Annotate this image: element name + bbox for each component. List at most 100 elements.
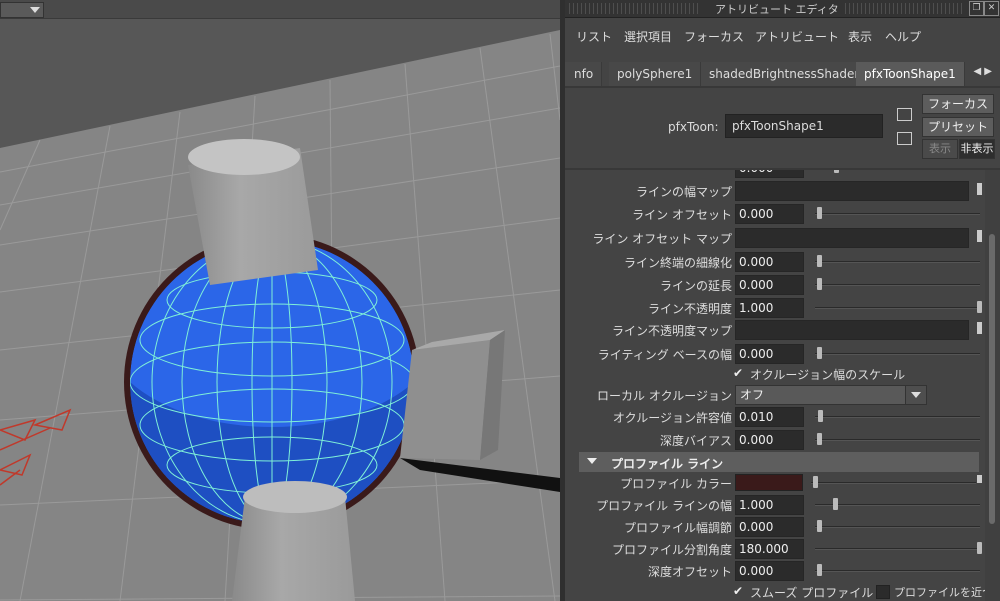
- slider-handle[interactable]: [813, 476, 818, 488]
- value-field[interactable]: 180.000: [735, 539, 804, 559]
- slider-track[interactable]: [815, 307, 980, 309]
- checkbox-checked-icon[interactable]: ✔: [732, 585, 744, 597]
- attribute-scrollbar[interactable]: [985, 170, 1000, 601]
- slider-track[interactable]: [815, 548, 980, 550]
- value-field[interactable]: 0.000: [735, 430, 804, 450]
- value-field[interactable]: 0.010: [735, 407, 804, 427]
- slider-track[interactable]: [815, 416, 980, 418]
- slider-handle[interactable]: [833, 498, 838, 510]
- attr-lighting-based-width: ライティング ベースの幅 0.000: [565, 342, 985, 364]
- value-field[interactable]: 0.000: [735, 275, 804, 295]
- focus-button[interactable]: フォーカス: [922, 94, 994, 114]
- attribute-editor: アトリビュート エディタ ❐ ✕ リスト 選択項目 フォーカス アトリビュート …: [565, 0, 1000, 601]
- hide-button[interactable]: 非表示: [959, 139, 995, 159]
- map-button-icon[interactable]: [977, 183, 982, 195]
- attr-label: ライン オフセット マップ: [592, 232, 732, 246]
- editor-titlebar[interactable]: アトリビュート エディタ ❐ ✕: [565, 0, 1000, 18]
- tab-shadedbrightnessshader[interactable]: shadedBrightnessShader: [701, 62, 869, 86]
- tab-pfxtoonshape1[interactable]: pfxToonShape1: [856, 62, 965, 86]
- 3d-viewport[interactable]: [0, 0, 560, 601]
- cube-right: [400, 330, 505, 460]
- menu-attributes[interactable]: アトリビュート: [755, 28, 839, 45]
- attr-line-end-thinning: ライン終端の細線化 0.000: [565, 250, 985, 272]
- value-field[interactable]: 1.000: [735, 495, 804, 515]
- slider-handle[interactable]: [817, 564, 822, 576]
- attr-local-occlusion: ローカル オクルージョン オフ: [565, 383, 985, 405]
- close-icon[interactable]: ✕: [984, 1, 999, 16]
- attr-label: ラインの幅マップ: [635, 185, 732, 199]
- slider-track[interactable]: [811, 482, 976, 484]
- value-field[interactable]: 0.000: [735, 561, 804, 581]
- attr-line-width-map: ラインの幅マップ: [565, 179, 985, 201]
- menu-show[interactable]: 表示: [848, 28, 872, 45]
- slider-track[interactable]: [815, 353, 980, 355]
- section-profile-lines[interactable]: プロファイル ライン: [579, 452, 979, 472]
- value-field[interactable]: 0.000: [735, 344, 804, 364]
- slider-handle[interactable]: [977, 301, 982, 313]
- presets-button[interactable]: プリセット: [922, 117, 994, 137]
- slider-handle[interactable]: [818, 410, 823, 422]
- scrollbar-thumb[interactable]: [989, 234, 995, 524]
- map-field[interactable]: [735, 320, 969, 340]
- map-button-icon[interactable]: [977, 475, 982, 483]
- editor-title: アトリビュート エディタ: [715, 3, 839, 16]
- drag-grip[interactable]: [569, 3, 699, 14]
- slider-track[interactable]: [815, 570, 980, 572]
- slider-handle[interactable]: [817, 278, 822, 290]
- attr-label: オクルージョン許容値: [612, 411, 732, 425]
- attr-label: プロファイル幅調節: [623, 521, 732, 535]
- slider-track[interactable]: [815, 213, 980, 215]
- slider-track[interactable]: [815, 439, 980, 441]
- viewport-scene: [0, 18, 560, 601]
- float-icon[interactable]: ❐: [969, 1, 984, 16]
- partial-value-field[interactable]: 0.000: [735, 170, 804, 178]
- slider-track[interactable]: [815, 526, 980, 528]
- slider-handle[interactable]: [834, 170, 839, 173]
- slider-handle[interactable]: [817, 433, 822, 445]
- section-title: プロファイル ライン: [611, 457, 724, 471]
- menu-help[interactable]: ヘルプ: [885, 28, 921, 45]
- slider-handle[interactable]: [977, 542, 982, 554]
- attr-line-opacity-map: ライン不透明度マップ: [565, 318, 985, 340]
- select-value: オフ: [740, 388, 765, 402]
- attribute-list: 0.000 ラインの幅マップ ライン オフセット 0.000 ライン オフセット…: [565, 170, 985, 601]
- output-node-icon[interactable]: [897, 132, 912, 145]
- slider-handle[interactable]: [817, 347, 822, 359]
- checkbox-checked-icon[interactable]: ✔: [732, 367, 744, 379]
- load-node-icon[interactable]: [897, 108, 912, 121]
- map-button-icon[interactable]: [977, 230, 982, 242]
- drag-grip[interactable]: [845, 3, 965, 14]
- value-field[interactable]: 0.000: [735, 252, 804, 272]
- slider-handle[interactable]: [817, 255, 822, 267]
- map-field[interactable]: [735, 228, 969, 248]
- local-occlusion-select[interactable]: オフ: [735, 385, 927, 405]
- value-field[interactable]: 0.000: [735, 204, 804, 224]
- tab-info[interactable]: nfo: [565, 62, 603, 86]
- attr-label: ライン不透明度マップ: [611, 324, 732, 338]
- tab-scroll-arrows[interactable]: ◀ ▶: [973, 66, 992, 77]
- attr-label: ライティング ベースの幅: [597, 348, 732, 362]
- map-button-icon[interactable]: [977, 322, 982, 334]
- tab-polysphere1[interactable]: polySphere1: [609, 62, 702, 86]
- value-field[interactable]: 0.000: [735, 517, 804, 537]
- menu-selected[interactable]: 選択項目: [624, 28, 672, 45]
- checkbox-unchecked-icon[interactable]: [876, 585, 890, 599]
- menu-focus[interactable]: フォーカス: [684, 28, 744, 45]
- viewport-panel-dropdown[interactable]: [0, 2, 44, 18]
- slider-track[interactable]: [815, 284, 980, 286]
- map-field[interactable]: [735, 181, 969, 201]
- node-header: pfxToon: pfxToonShape1 フォーカス プリセット 表示 非表…: [565, 90, 1000, 165]
- attr-line-opacity: ライン不透明度 1.000: [565, 296, 985, 318]
- slider-handle[interactable]: [817, 207, 822, 219]
- expand-triangle-icon: [587, 458, 597, 464]
- show-button[interactable]: 表示: [922, 139, 958, 159]
- node-name-field[interactable]: pfxToonShape1: [725, 114, 883, 138]
- menu-list[interactable]: リスト: [576, 28, 612, 45]
- slider-track[interactable]: [815, 261, 980, 263]
- attr-label: 深度オフセット: [647, 565, 732, 579]
- attr-label: 深度バイアス: [659, 434, 732, 448]
- slider-handle[interactable]: [817, 520, 822, 532]
- slider-track[interactable]: [815, 504, 980, 506]
- value-field[interactable]: 1.000: [735, 298, 804, 318]
- color-swatch[interactable]: [735, 474, 803, 491]
